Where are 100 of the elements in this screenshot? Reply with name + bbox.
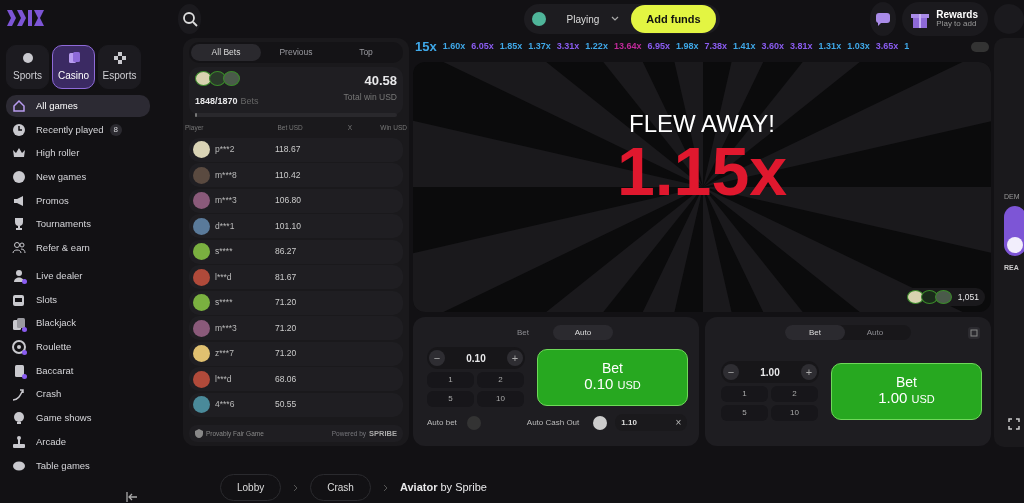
total-win-label: Total win USD bbox=[343, 90, 397, 104]
minus-button[interactable]: − bbox=[429, 350, 445, 366]
avatar-icon bbox=[193, 217, 210, 235]
toggle-switch[interactable] bbox=[593, 415, 608, 430]
plus-button[interactable]: + bbox=[801, 364, 817, 380]
chevron-icon bbox=[382, 483, 388, 492]
category-tab[interactable]: Esports bbox=[98, 45, 141, 89]
total-win-amount: 40.58 bbox=[364, 72, 397, 90]
sidebar-item[interactable]: Blackjack bbox=[6, 312, 150, 335]
player-name: z***7 bbox=[215, 347, 235, 361]
add-funds-button[interactable]: Add funds bbox=[631, 5, 716, 33]
sidebar-item[interactable]: High roller bbox=[6, 142, 150, 165]
bet-amount: 71.20 bbox=[275, 347, 297, 361]
amount-chip[interactable]: 5 bbox=[427, 391, 474, 407]
multiplier-history-item[interactable]: 1.41x bbox=[733, 40, 756, 54]
sidebar-item[interactable]: Game shows bbox=[6, 407, 150, 430]
multiplier-history-item[interactable]: 13.64x bbox=[613, 40, 642, 54]
sidebar-item[interactable]: Tournaments bbox=[6, 213, 150, 236]
bet-amount: 71.20 bbox=[275, 321, 297, 335]
player-name: m***3 bbox=[215, 321, 238, 335]
category-tab[interactable]: Casino bbox=[52, 45, 95, 89]
sidebar-item[interactable]: New games bbox=[6, 166, 150, 189]
multiplier-history-item[interactable]: 3.81x bbox=[790, 40, 813, 54]
sidebar-item[interactable]: Roulette bbox=[6, 336, 150, 359]
multiplier-history-item[interactable]: 6.05x bbox=[471, 40, 494, 54]
multiplier-history-item[interactable]: 1.22x bbox=[585, 40, 608, 54]
sidebar-item[interactable]: Live dealer bbox=[6, 265, 150, 288]
player-name: s**** bbox=[215, 296, 234, 310]
search-button[interactable] bbox=[178, 4, 202, 34]
clear-button[interactable]: × bbox=[675, 415, 682, 430]
mode-tab[interactable]: Auto bbox=[845, 325, 905, 340]
multiplier-history-item[interactable]: 1.60x bbox=[442, 40, 466, 54]
rewards-title: Rewards bbox=[936, 9, 978, 21]
sidebar-item[interactable]: Baccarat bbox=[6, 359, 150, 382]
multiplier-history-item[interactable]: 3.60x bbox=[761, 40, 785, 54]
multiplier-history-item[interactable]: 7.38x bbox=[704, 40, 727, 54]
mode-tab[interactable]: Bet bbox=[493, 325, 553, 340]
amount-chip[interactable]: 1 bbox=[427, 372, 474, 388]
bet-amount: 86.27 bbox=[275, 245, 297, 259]
sidebar-item[interactable]: Refer & earn bbox=[6, 237, 150, 260]
expand-icon[interactable] bbox=[967, 326, 981, 340]
multiplier-history-item[interactable]: 3.65x bbox=[875, 40, 899, 54]
chat-icon bbox=[875, 12, 891, 26]
fullscreen-icon[interactable] bbox=[1008, 418, 1020, 430]
player-name: s**** bbox=[215, 245, 234, 259]
collapse-icon[interactable] bbox=[126, 492, 138, 502]
sidebar-item[interactable]: Slots bbox=[6, 288, 150, 311]
balance-dropdown[interactable]: Playing bbox=[566, 11, 620, 27]
category-tab[interactable]: Sports bbox=[6, 45, 49, 89]
players-count: 1,051 bbox=[957, 290, 979, 304]
bets-tab[interactable]: Previous bbox=[261, 44, 331, 61]
bets-tab[interactable]: All Bets bbox=[191, 44, 261, 61]
sidebar-item[interactable]: Table games bbox=[6, 454, 150, 477]
rewards-button[interactable]: Rewards Play to add bbox=[902, 2, 988, 36]
sidebar-item[interactable]: Recently played 8 bbox=[6, 118, 150, 141]
multiplier-history-item[interactable]: 1.03x bbox=[847, 40, 870, 54]
amount-chip[interactable]: 10 bbox=[477, 391, 524, 407]
sidebar-item[interactable]: All games bbox=[6, 95, 150, 117]
amount-chip[interactable]: 2 bbox=[477, 372, 524, 388]
avatar-icon bbox=[223, 71, 240, 86]
multiplier-history-item[interactable]: 15x bbox=[415, 38, 437, 56]
amount-chip[interactable]: 1 bbox=[721, 386, 768, 402]
caret-icon bbox=[611, 16, 620, 22]
multiplier-history-item[interactable]: 1.37x bbox=[528, 40, 551, 54]
multiplier-history-item[interactable]: 1 bbox=[904, 40, 910, 54]
auto-cash-out-label: Auto Cash Out bbox=[526, 416, 580, 429]
home-icon bbox=[12, 99, 26, 113]
amount-chip[interactable]: 5 bbox=[721, 405, 768, 421]
bets-tab[interactable]: Top bbox=[331, 44, 401, 61]
mode-tab[interactable]: Auto bbox=[553, 325, 613, 340]
minus-button[interactable]: − bbox=[723, 364, 739, 380]
cash-out-field[interactable]: 1.10 × bbox=[615, 414, 688, 431]
sidebar-item[interactable]: Arcade bbox=[6, 430, 150, 453]
cash-out-value: 1.10 bbox=[621, 416, 637, 429]
multiplier-history-item[interactable]: 1.98x bbox=[675, 40, 699, 54]
roulette-icon bbox=[12, 340, 26, 355]
mode-tab[interactable]: Bet bbox=[785, 325, 845, 340]
plus-button[interactable]: + bbox=[507, 350, 523, 366]
megaphone-icon bbox=[12, 193, 26, 208]
avatar-icon bbox=[193, 268, 210, 286]
avatar-icon bbox=[193, 319, 210, 337]
slot-machine-icon bbox=[12, 292, 26, 307]
ball-icon bbox=[12, 170, 26, 185]
mode-switch[interactable] bbox=[1004, 206, 1024, 256]
chat-button[interactable] bbox=[869, 2, 897, 36]
player-name: l***d bbox=[215, 270, 233, 284]
bet-amount-value: 1.00 bbox=[760, 365, 780, 380]
multiplier-history-item[interactable]: 3.31x bbox=[556, 40, 580, 54]
multiplier-history-item[interactable]: 6.95x bbox=[647, 40, 670, 54]
multiplier-history-item[interactable]: 1.31x bbox=[818, 40, 842, 54]
cards-icon bbox=[66, 51, 81, 65]
sidebar-item[interactable]: Promos bbox=[6, 189, 150, 212]
sidebar-item[interactable]: Crash bbox=[6, 383, 150, 406]
multiplier-history-item[interactable]: 1.85x bbox=[499, 40, 523, 54]
amount-chip[interactable]: 2 bbox=[771, 386, 818, 402]
bets-count: 1848/1870 bbox=[195, 95, 238, 106]
avatar-icon bbox=[195, 71, 212, 86]
bet-amount: 81.67 bbox=[275, 270, 297, 284]
amount-chip[interactable]: 10 bbox=[771, 405, 818, 421]
player-name: p***2 bbox=[215, 143, 236, 157]
